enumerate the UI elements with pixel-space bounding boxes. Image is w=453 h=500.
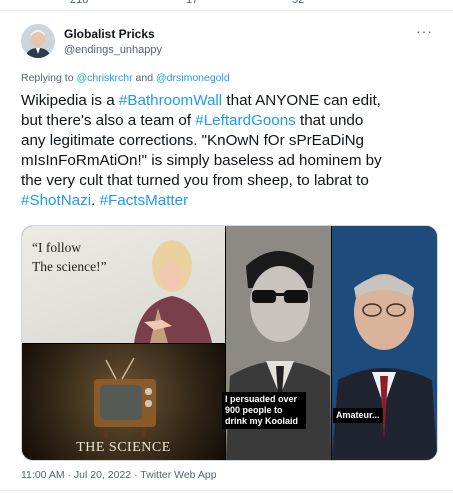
timestamp-text[interactable]: 11:00 AM · Jul 20, 2022 · — [21, 469, 140, 481]
mention-link[interactable]: @chriskrchr — [76, 72, 132, 84]
image-caption-overlay: Amateur... — [333, 408, 383, 423]
tweet-text-segment: but there's also a team of — [21, 112, 196, 129]
author-handle[interactable]: @endings_unhappy — [64, 44, 162, 56]
quote-count[interactable]: 17 — [186, 0, 198, 6]
image-caption-overlay: I persuaded over 900 people to drink my … — [222, 392, 306, 429]
tweet-text-line: any legitimate corrections. "KnOwN fOr s… — [21, 131, 441, 151]
media-image-portrait-2[interactable] — [332, 226, 437, 460]
tweet-text-segment: Wikipedia is a — [21, 92, 119, 109]
retweet-count[interactable]: 218 — [70, 0, 88, 6]
reply-context: Replying to @chriskrchr and @drsimonegol… — [21, 72, 230, 84]
tweet-text-line: the very cult that turned you from sheep… — [21, 171, 441, 191]
media-image-woman[interactable]: “I follow The science!” — [22, 226, 225, 343]
tweet-text-segment: . — [91, 192, 100, 209]
tweet-text-segment: that undo — [295, 112, 364, 129]
hashtag-link[interactable]: #BathroomWall — [119, 92, 222, 109]
tweet-text-line: but there's also a team of #LeftardGoons… — [21, 111, 441, 131]
hashtag-link[interactable]: #FactsMatter — [100, 192, 189, 209]
divider — [0, 490, 453, 491]
reply-prefix: Replying to — [21, 72, 74, 84]
tweet-text-segment: the very cult that turned you from sheep… — [21, 172, 369, 189]
reply-and: and — [135, 72, 154, 84]
tweet-text-segment: any legitimate corrections. "KnOwN fOr s… — [21, 132, 365, 149]
tweet-text: Wikipedia is a #BathroomWall that ANYONE… — [21, 91, 441, 211]
action-bar-previous-tweet: 218 17 52 — [0, 0, 453, 10]
hashtag-link[interactable]: #LeftardGoons — [195, 112, 295, 129]
author-name[interactable]: Globalist Pricks — [64, 27, 155, 41]
tweet-text-line: #ShotNazi. #FactsMatter — [21, 191, 441, 211]
tweet-timestamp[interactable]: 11:00 AM · Jul 20, 2022 · Twitter Web Ap… — [21, 469, 217, 481]
media-image-television[interactable]: THE SCIENCE — [22, 344, 225, 460]
tweet-text-segment: that ANYONE can edit, — [222, 92, 381, 109]
avatar[interactable] — [21, 24, 55, 58]
hashtag-link[interactable]: #ShotNazi — [21, 192, 91, 209]
source-app-link[interactable]: Twitter Web App — [140, 469, 216, 481]
image-caption: THE SCIENCE — [76, 440, 171, 455]
tweet-text-segment: mIsInFoRmAtiOn!" is simply baseless ad h… — [21, 152, 382, 169]
image-caption-line: The science!” — [32, 259, 107, 274]
tweet-text-line: Wikipedia is a #BathroomWall that ANYONE… — [21, 91, 441, 111]
image-caption-line: “I follow — [32, 240, 82, 255]
divider — [0, 10, 453, 11]
tweet-text-line: mIsInFoRmAtiOn!" is simply baseless ad h… — [21, 151, 441, 171]
like-count[interactable]: 52 — [292, 0, 304, 6]
more-horizontal-icon[interactable]: ··· — [416, 23, 433, 39]
mention-link[interactable]: @drsimonegold — [156, 72, 230, 84]
